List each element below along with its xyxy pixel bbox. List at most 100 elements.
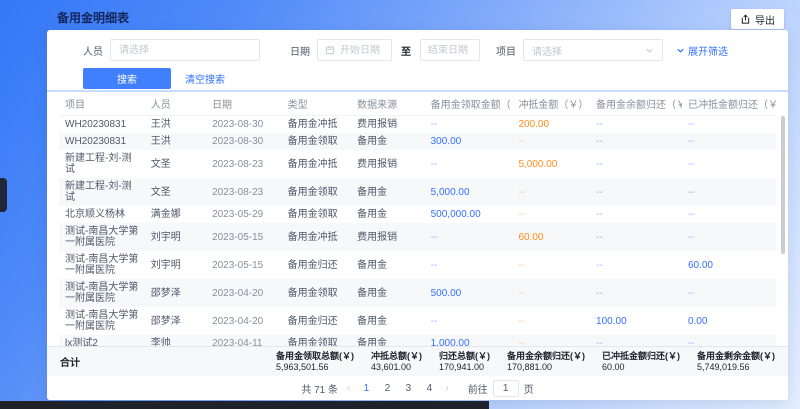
summary-total-label: 合计 (47, 354, 80, 369)
cell-type: 备用金归还 (282, 251, 351, 279)
summary-item: 备用金剩余金额(￥)5,749,019.56 (697, 351, 775, 373)
page-button-2[interactable]: 2 (380, 383, 394, 394)
search-button[interactable]: 搜索 (83, 68, 171, 89)
expand-filters-link[interactable]: 展开筛选 (676, 43, 728, 58)
cell-person: 刘宇明 (145, 223, 206, 251)
summary-item-label: 已冲抵金额归还(￥) (602, 351, 680, 362)
col-offset-return: 已冲抵金额归还（￥） (682, 92, 776, 116)
start-date-picker[interactable] (317, 39, 392, 61)
cell-received: 5,000.00 (425, 178, 513, 206)
cell-date: 2023-08-23 (206, 178, 282, 206)
cell-received: -- (425, 223, 513, 251)
cell-project: 新建工程-刘-测试 (59, 178, 145, 206)
table-row: WH20230831王洪2023-08-30备用金冲抵费用报销--200.00-… (59, 116, 776, 134)
filter-bar: 人员 日期 至 项目 请选择 (47, 30, 788, 90)
cell-balance_return: -- (590, 251, 682, 279)
cell-balance_return: -- (590, 116, 682, 134)
cell-type: 备用金领取 (282, 206, 351, 223)
table-row: 新建工程-刘-测试文圣2023-08-23备用金冲抵费用报销--5,000.00… (59, 150, 776, 178)
cell-project: 测试-南昌大学第一附属医院 (59, 307, 145, 335)
start-date-input[interactable] (340, 45, 384, 56)
cell-received: -- (425, 307, 513, 335)
summary-item-value: 5,963,501.56 (276, 362, 354, 373)
table-row: 新建工程-刘-测试文圣2023-08-23备用金领取备用金5,000.00---… (59, 178, 776, 206)
export-button-label: 导出 (755, 12, 775, 27)
side-drawer-handle[interactable] (0, 178, 7, 212)
cell-balance_return: 100.00 (590, 307, 682, 335)
detail-table: 项目 人员 日期 类型 数据来源 备用金领取金额（￥） 冲抵金额（￥） 备用金余… (47, 92, 788, 346)
cell-type: 备用金归还 (282, 307, 351, 335)
person-input[interactable] (110, 39, 260, 61)
cell-source: 备用金 (351, 307, 425, 335)
bottom-taskbar (0, 401, 489, 409)
next-page-button[interactable]: › (443, 383, 450, 394)
cell-project: 新建工程-刘-测试 (59, 150, 145, 178)
cell-balance_return: -- (590, 150, 682, 178)
cell-source: 费用报销 (351, 116, 425, 134)
summary-item: 冲抵总额(￥)43,601.00 (371, 351, 422, 373)
summary-item-value: 43,601.00 (371, 362, 422, 373)
cell-source: 备用金 (351, 335, 425, 346)
end-date-input[interactable] (428, 45, 472, 56)
cell-type: 备用金领取 (282, 133, 351, 150)
content-card: 人员 日期 至 项目 请选择 (47, 30, 788, 400)
cell-person: 邵梦泽 (145, 279, 206, 307)
summary-item-label: 备用金余额归还(￥) (507, 351, 585, 362)
cell-date: 2023-05-15 (206, 223, 282, 251)
person-filter-label: 人员 (83, 43, 103, 58)
clear-search-link[interactable]: 清空搜索 (185, 71, 225, 86)
cell-offset_return: 0.00 (682, 307, 776, 335)
cell-source: 备用金 (351, 133, 425, 150)
summary-item-label: 备用金剩余金额(￥) (697, 351, 775, 362)
goto-label: 前往 (468, 381, 488, 396)
cell-offset: -- (512, 133, 590, 150)
page-button-3[interactable]: 3 (401, 383, 415, 394)
cell-offset_return: -- (682, 279, 776, 307)
calendar-icon (325, 45, 335, 55)
cell-offset_return: -- (682, 178, 776, 206)
project-select[interactable]: 请选择 (523, 39, 663, 61)
cell-project: WH20230831 (59, 116, 145, 134)
cell-received: -- (425, 150, 513, 178)
table-row: 测试-南昌大学第一附属医院邵梦泽2023-04-20备用金归还备用金----10… (59, 307, 776, 335)
cell-offset_return: -- (682, 116, 776, 134)
vertical-scrollbar[interactable] (781, 116, 785, 254)
cell-person: 文圣 (145, 150, 206, 178)
table-body: WH20230831王洪2023-08-30备用金冲抵费用报销--200.00-… (59, 116, 776, 347)
col-balance-return: 备用金余额归还（￥） (590, 92, 682, 116)
expand-filters-label: 展开筛选 (688, 43, 728, 58)
summary-item-value: 5,749,019.56 (697, 362, 775, 373)
cell-type: 备用金领取 (282, 279, 351, 307)
summary-item-value: 170,881.00 (507, 362, 585, 373)
cell-source: 费用报销 (351, 223, 425, 251)
table-row: 测试-南昌大学第一附属医院刘宇明2023-05-15备用金归还备用金------… (59, 251, 776, 279)
cell-balance_return: -- (590, 223, 682, 251)
goto-page-input[interactable] (493, 380, 519, 397)
page-button-1[interactable]: 1 (359, 383, 373, 394)
table-row: 北京顺义杨林满金娜2023-05-29备用金领取备用金500,000.00---… (59, 206, 776, 223)
cell-type: 备用金领取 (282, 335, 351, 346)
export-button[interactable]: 导出 (731, 9, 784, 29)
summary-item: 备用金余额归还(￥)170,881.00 (507, 351, 585, 373)
cell-source: 费用报销 (351, 150, 425, 178)
cell-date: 2023-08-30 (206, 116, 282, 134)
table-header-row: 项目 人员 日期 类型 数据来源 备用金领取金额（￥） 冲抵金额（￥） 备用金余… (59, 92, 776, 116)
cell-balance_return: -- (590, 335, 682, 346)
cell-person: 王洪 (145, 133, 206, 150)
col-source: 数据来源 (351, 92, 425, 116)
pagination-bar: 共 71 条 ‹ 1234 › 前往 页 (47, 376, 788, 400)
cell-date: 2023-04-20 (206, 279, 282, 307)
cell-received: 1,000.00 (425, 335, 513, 346)
project-filter: 项目 请选择 (496, 39, 663, 61)
cell-type: 备用金冲抵 (282, 150, 351, 178)
col-date: 日期 (206, 92, 282, 116)
cell-type: 备用金冲抵 (282, 223, 351, 251)
cell-person: 王洪 (145, 116, 206, 134)
cell-offset: -- (512, 335, 590, 346)
end-date-picker[interactable] (420, 39, 480, 61)
prev-page-button[interactable]: ‹ (345, 383, 352, 394)
page-button-4[interactable]: 4 (422, 383, 436, 394)
cell-project: 测试-南昌大学第一附属医院 (59, 279, 145, 307)
cell-offset_return: -- (682, 335, 776, 346)
chevron-down-icon (676, 46, 685, 55)
